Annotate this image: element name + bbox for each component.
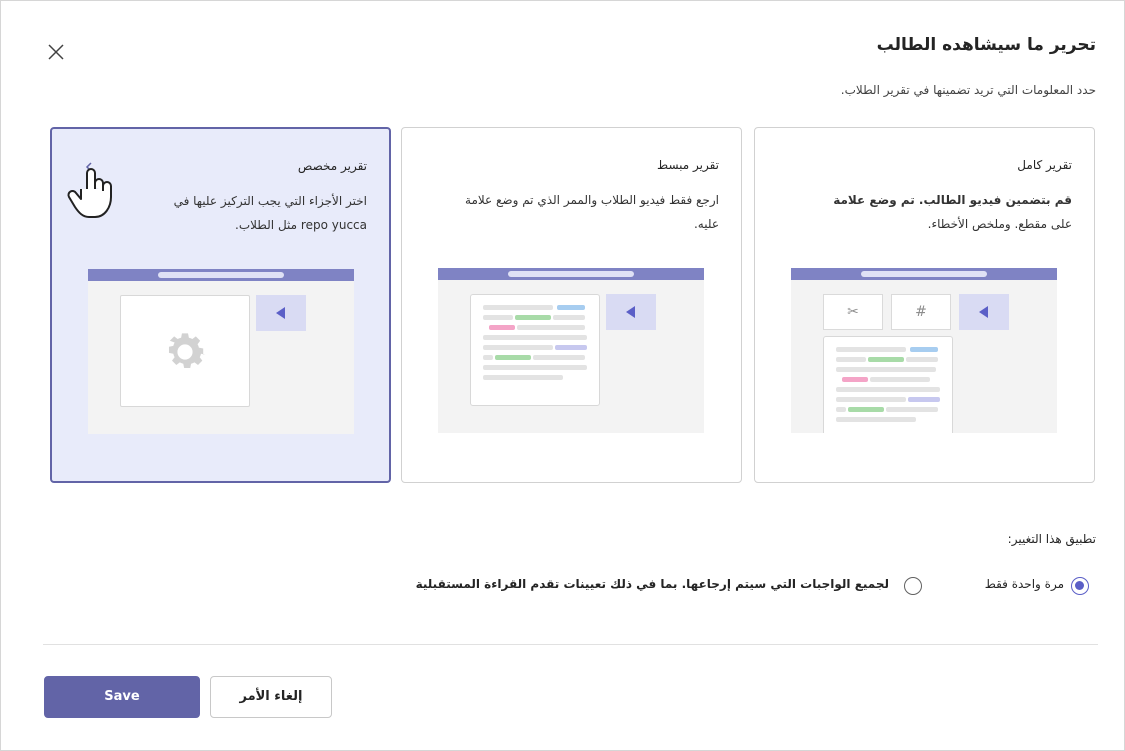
card-description: ارجع فقط فيديو الطلاب والممر الذي تم وضع… (465, 193, 719, 231)
footer-divider (43, 644, 1098, 645)
save-button[interactable]: Save (44, 676, 200, 718)
close-icon (48, 44, 64, 60)
play-icon (606, 294, 656, 330)
radio-once-only[interactable] (1071, 577, 1089, 595)
play-icon (959, 294, 1009, 330)
card-title: تقرير مخصص (297, 159, 367, 173)
card-description: اختر الأجزاء التي يجب التركيز عليها في r… (173, 194, 367, 232)
simple-report-card[interactable]: تقرير مبسط ارجع فقط فيديو الطلاب والممر … (401, 127, 742, 483)
close-button[interactable] (43, 39, 69, 65)
full-report-illustration: ✂ # (791, 268, 1057, 433)
edit-report-dialog: تحرير ما سيشاهده الطالب حدد المعلومات ال… (0, 0, 1125, 751)
dialog-subtitle: حدد المعلومات التي تريد تضمينها في تقرير… (840, 83, 1096, 97)
card-description: قم بتضمين فيديو الطالب. تم وضع علامة على… (792, 188, 1072, 236)
play-icon (256, 295, 306, 331)
custom-report-illustration (88, 269, 354, 434)
illustration-panel (823, 336, 953, 433)
radio-all-assignments[interactable] (904, 577, 922, 595)
cancel-button[interactable]: إلغاء الأمر (210, 676, 332, 718)
simple-report-illustration (438, 268, 704, 433)
hand-pointer-icon (67, 162, 112, 218)
gear-icon (168, 333, 206, 369)
apply-change-label: تطبيق هذا التغيير: (1007, 532, 1096, 546)
wand-icon: ✂ (823, 294, 883, 330)
hash-icon: # (891, 294, 951, 330)
card-title: تقرير كامل (1017, 158, 1072, 172)
radio-all-assignments-label: لجميع الواجبات التي سيتم إرجاعها. بما في… (415, 577, 889, 591)
illustration-titlebar (791, 268, 1057, 280)
illustration-titlebar (88, 269, 354, 281)
illustration-panel (470, 294, 600, 406)
dialog-title: تحرير ما سيشاهده الطالب (876, 35, 1096, 55)
full-report-card[interactable]: تقرير كامل قم بتضمين فيديو الطالب. تم وض… (754, 127, 1095, 483)
illustration-panel (120, 295, 250, 407)
card-description-rest: على مقطع. وملخص الأخطاء. (927, 217, 1072, 231)
card-description-bold: قم بتضمين فيديو الطالب. تم وضع علامة (833, 193, 1072, 207)
radio-once-only-label: مرة واحدة فقط (984, 577, 1064, 591)
card-title: تقرير مبسط (657, 158, 719, 172)
illustration-titlebar (438, 268, 704, 280)
